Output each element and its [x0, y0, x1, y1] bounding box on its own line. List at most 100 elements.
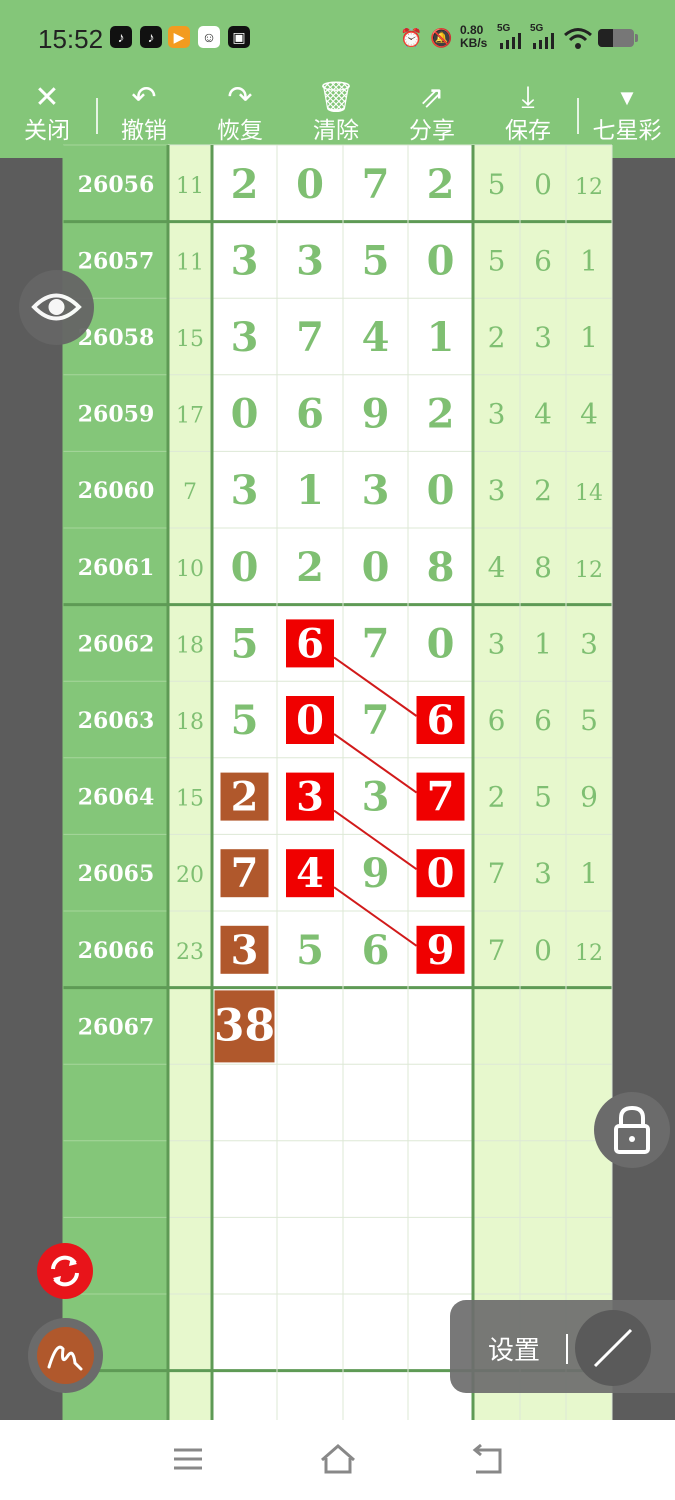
menu-icon[interactable]: [163, 1438, 213, 1478]
right-value: 2: [534, 474, 552, 507]
home-icon[interactable]: [313, 1438, 363, 1478]
digit-cell: 3: [231, 467, 259, 514]
settings-divider: [566, 1334, 568, 1364]
right-value: 8: [534, 551, 552, 584]
line-tool-icon: [593, 1328, 633, 1368]
digit-cell: 3: [362, 774, 390, 821]
digit-cell: 7: [362, 161, 390, 208]
right-value: 5: [488, 244, 506, 277]
period-number: 26065: [78, 861, 155, 887]
right-value: 3: [580, 627, 598, 660]
digit-cell: 2: [427, 161, 455, 208]
right-value: 4: [580, 398, 598, 431]
digit-cell: 9: [362, 391, 390, 438]
right-value: 5: [488, 168, 506, 201]
sum-value: 20: [176, 863, 204, 888]
line-tool-button[interactable]: [575, 1310, 651, 1386]
digit-cell: 7: [296, 314, 324, 361]
trend-chart[interactable]: 26056 11 2 0 7 2 5 0 1226057 11 3 3 5 0 5 6 126058 15 3 7 4 1…: [0, 0, 675, 1420]
digit-cell: 0: [427, 620, 455, 667]
digit-cell: 9: [362, 850, 390, 897]
period-number: 26060: [78, 478, 155, 504]
digit-cell: 3: [296, 774, 324, 821]
digit-cell: 2: [231, 774, 259, 821]
digit-cell: 38: [214, 1000, 275, 1051]
sum-value: 23: [176, 940, 204, 965]
digit-cell: 3: [231, 927, 259, 974]
right-value: 3: [534, 321, 552, 354]
right-value: 3: [488, 474, 506, 507]
right-value: 4: [534, 398, 552, 431]
period-number: 26056: [78, 172, 155, 198]
sum-value: 7: [183, 480, 197, 505]
visibility-button[interactable]: [19, 270, 94, 345]
period-number: 26061: [78, 555, 155, 581]
right-value: 2: [488, 781, 506, 814]
sum-value: 10: [176, 557, 204, 582]
digit-cell: 9: [427, 927, 455, 974]
refresh-button[interactable]: [37, 1243, 93, 1299]
right-value: 3: [488, 398, 506, 431]
right-value: 0: [534, 934, 552, 967]
digit-cell: 8: [427, 544, 455, 591]
right-value: 2: [488, 321, 506, 354]
right-value: 4: [488, 551, 506, 584]
back-icon[interactable]: [462, 1438, 512, 1478]
right-value: 3: [534, 857, 552, 890]
right-value: 7: [488, 857, 506, 890]
pen-button[interactable]: [28, 1318, 103, 1393]
right-value: 5: [534, 781, 552, 814]
sum-value: 18: [176, 633, 204, 658]
digit-cell: 0: [362, 544, 390, 591]
refresh-icon: [51, 1255, 79, 1287]
settings-label[interactable]: 设置: [488, 1330, 540, 1367]
digit-cell: 5: [231, 697, 259, 744]
digit-cell: 3: [296, 237, 324, 284]
digit-cell: 0: [427, 850, 455, 897]
digit-cell: 0: [231, 391, 259, 438]
period-number: 26059: [78, 402, 155, 428]
digit-cell: 7: [362, 620, 390, 667]
digit-cell: 3: [362, 467, 390, 514]
digit-cell: 1: [296, 467, 324, 514]
sum-value: 11: [176, 174, 204, 199]
digit-cell: 0: [296, 161, 324, 208]
lock-button[interactable]: [594, 1092, 670, 1168]
sum-value: 15: [176, 327, 204, 352]
digit-cell: 5: [231, 620, 259, 667]
digit-cell: 2: [231, 161, 259, 208]
digit-cell: 6: [296, 620, 324, 667]
right-value: 12: [575, 175, 603, 200]
right-value: 0: [534, 168, 552, 201]
right-value: 1: [580, 244, 598, 277]
right-value: 6: [534, 244, 552, 277]
right-value: 12: [575, 558, 603, 583]
right-value: 6: [488, 704, 506, 737]
period-number: 26064: [78, 785, 155, 811]
right-value: 14: [575, 481, 603, 506]
digit-cell: 3: [231, 237, 259, 284]
digit-cell: 0: [427, 237, 455, 284]
eye-icon: [31, 293, 82, 321]
pen-icon: [47, 1345, 83, 1371]
right-value: 3: [488, 627, 506, 660]
right-value: 7: [488, 934, 506, 967]
right-value: 1: [580, 857, 598, 890]
digit-cell: 2: [296, 544, 324, 591]
digit-cell: 5: [362, 237, 390, 284]
digit-cell: 5: [296, 927, 324, 974]
digit-cell: 0: [427, 467, 455, 514]
period-number: 26066: [78, 938, 155, 964]
digit-cell: 2: [427, 391, 455, 438]
right-value: 1: [580, 321, 598, 354]
right-value: 9: [580, 781, 598, 814]
sum-value: 17: [176, 404, 204, 429]
digit-cell: 4: [296, 850, 324, 897]
digit-cell: 6: [362, 927, 390, 974]
period-number: 26063: [78, 708, 155, 734]
digit-cell: 3: [231, 314, 259, 361]
digit-cell: 0: [231, 544, 259, 591]
period-number: 26067: [78, 1014, 155, 1040]
digit-cell: 0: [296, 697, 324, 744]
digit-cell: 7: [231, 850, 259, 897]
